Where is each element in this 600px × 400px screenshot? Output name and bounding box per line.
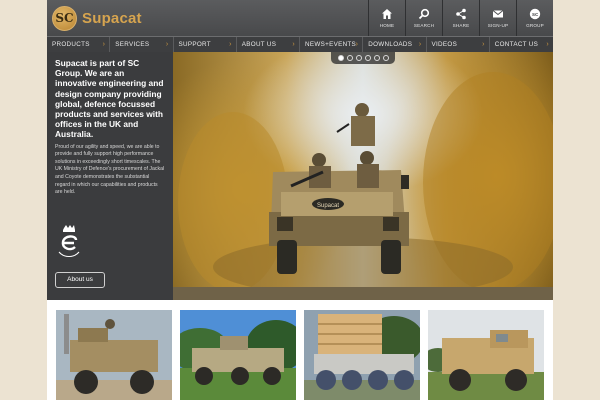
logo-text: Supacat xyxy=(82,9,142,27)
slide-dot-5[interactable] xyxy=(373,55,380,61)
slideshow-pagination xyxy=(331,52,395,64)
search-button[interactable]: SEARCH xyxy=(405,0,442,36)
jackal-vehicle-image xyxy=(56,310,172,400)
nav-item-news-events[interactable]: NEWS+EVENTS › xyxy=(300,37,364,52)
hero-slideshow[interactable]: Supacat xyxy=(173,52,553,300)
slide-dot-2[interactable] xyxy=(346,55,353,61)
product-thumbnail-jackal[interactable] xyxy=(56,310,172,400)
product-thumbnail-atmp[interactable] xyxy=(304,310,420,400)
nav-item-label: NEWS+EVENTS xyxy=(305,41,357,48)
site-container: SC Supacat HOME SEARCH SHARE SIGN-UP sc xyxy=(47,0,553,400)
product-thumbnails xyxy=(47,300,553,400)
search-label: SEARCH xyxy=(413,23,435,28)
nav-item-label: CONTACT US xyxy=(494,41,539,48)
nav-item-contact-us[interactable]: CONTACT US › xyxy=(490,37,553,52)
nav-item-about-us[interactable]: ABOUT US › xyxy=(237,37,300,52)
nav-item-downloads[interactable]: DOWNLOADS › xyxy=(363,37,427,52)
nav-item-support[interactable]: SUPPORT › xyxy=(174,37,237,52)
chevron-right-icon: › xyxy=(102,41,106,48)
signup-button[interactable]: SIGN-UP xyxy=(479,0,516,36)
about-us-button[interactable]: About us xyxy=(55,272,105,288)
nav-item-label: SUPPORT xyxy=(178,41,211,48)
group-icon: sc xyxy=(529,8,541,20)
queens-award-icon xyxy=(58,225,80,257)
utility-icon-bar: HOME SEARCH SHARE SIGN-UP sc GROUP xyxy=(368,0,553,36)
group-label: GROUP xyxy=(526,23,544,28)
chevron-right-icon: › xyxy=(418,41,422,48)
coyote-vehicle-image xyxy=(180,310,296,400)
svg-text:sc: sc xyxy=(532,12,538,18)
chevron-right-icon: › xyxy=(355,41,359,48)
hero-vehicle-badge: Supacat xyxy=(317,203,339,209)
home-icon xyxy=(382,9,392,19)
slide-dot-4[interactable] xyxy=(364,55,371,61)
nav-item-label: SERVICES xyxy=(115,41,150,48)
slide-dot-1[interactable] xyxy=(337,55,344,61)
chevron-right-icon: › xyxy=(482,41,485,48)
slide-dot-6[interactable] xyxy=(382,55,389,61)
intro-body: Proud of our agility and speed, we are a… xyxy=(55,143,165,196)
atmp-vehicle-image xyxy=(304,310,420,400)
share-label: SHARE xyxy=(452,23,470,28)
mpv-vehicle-image xyxy=(428,310,544,400)
mail-icon xyxy=(492,10,504,18)
product-thumbnail-coyote[interactable] xyxy=(180,310,296,400)
chevron-right-icon: › xyxy=(165,41,169,48)
nav-item-label: DOWNLOADS xyxy=(368,41,413,48)
share-button[interactable]: SHARE xyxy=(442,0,479,36)
search-icon xyxy=(418,8,430,20)
chevron-right-icon: › xyxy=(546,41,549,48)
share-icon xyxy=(456,8,466,20)
nav-item-services[interactable]: SERVICES › xyxy=(110,37,174,52)
home-button[interactable]: HOME xyxy=(368,0,405,36)
nav-item-videos[interactable]: VIDEOS › xyxy=(427,37,490,52)
intro-panel: Supacat is part of SC Group. We are an i… xyxy=(47,52,173,300)
main-nav: PRODUCTS › SERVICES › SUPPORT › ABOUT US › N… xyxy=(47,36,553,52)
chevron-right-icon: › xyxy=(229,41,232,48)
hero-vehicle-image: Supacat xyxy=(173,72,553,300)
home-label: HOME xyxy=(379,23,395,28)
logo-mark: SC xyxy=(52,5,77,31)
nav-item-label: PRODUCTS xyxy=(52,41,90,48)
nav-item-products[interactable]: PRODUCTS › xyxy=(47,37,111,52)
nav-item-label: VIDEOS xyxy=(431,41,458,48)
product-thumbnail-mpv[interactable] xyxy=(428,310,544,400)
signup-label: SIGN-UP xyxy=(487,23,509,28)
chevron-right-icon: › xyxy=(292,41,295,48)
intro-heading: Supacat is part of SC Group. We are an i… xyxy=(55,58,164,140)
logo[interactable]: SC Supacat xyxy=(52,5,142,31)
slide-dot-3[interactable] xyxy=(355,55,362,61)
nav-item-label: ABOUT US xyxy=(241,41,277,48)
group-button[interactable]: sc GROUP xyxy=(516,0,553,36)
header: SC Supacat HOME SEARCH SHARE SIGN-UP sc xyxy=(47,0,553,36)
